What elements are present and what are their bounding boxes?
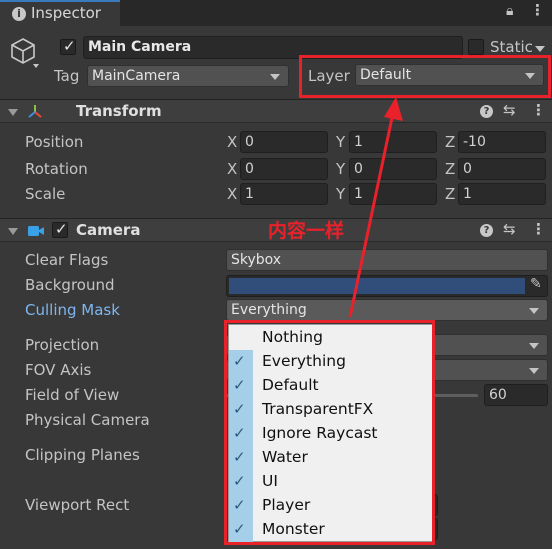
help-icon[interactable]: ?	[480, 105, 493, 118]
axis-x-label[interactable]: X	[227, 133, 237, 151]
axis-x-label[interactable]: X	[227, 160, 237, 178]
fov-axis-label: FOV Axis	[25, 361, 92, 379]
culling-mask-label: Culling Mask	[25, 301, 120, 319]
object-active-checkbox[interactable]: ✓	[60, 37, 76, 55]
transform-title: Transform	[76, 102, 162, 120]
camera-title: Camera	[76, 221, 141, 239]
field-of-view-label: Field of View	[25, 386, 120, 404]
check-icon: ✓	[55, 220, 68, 238]
position-x-field[interactable]: 0	[240, 131, 328, 153]
culling-mask-value: Everything	[231, 302, 307, 318]
background-label: Background	[25, 276, 115, 294]
preset-icon[interactable]: ⇆	[503, 220, 516, 238]
tab-title: Inspector	[31, 4, 101, 22]
chevron-down-icon	[270, 74, 280, 80]
scale-z-field[interactable]: 1	[458, 183, 546, 205]
annotation-box-menu	[224, 320, 435, 545]
static-checkbox[interactable]	[468, 39, 484, 55]
clear-flags-value: Skybox	[231, 252, 282, 268]
more-options-icon[interactable]: ⋮	[531, 220, 546, 238]
projection-label: Projection	[25, 336, 100, 354]
transform-icon	[28, 105, 42, 118]
rotation-z-field[interactable]: 0	[458, 158, 546, 180]
field-of-view-field[interactable]: 60	[484, 384, 548, 406]
tag-dropdown[interactable]: MainCamera	[87, 65, 289, 87]
eyedropper-icon[interactable]: ✎	[530, 276, 542, 292]
camera-icon	[28, 226, 44, 236]
foldout-arrow-icon[interactable]	[8, 109, 18, 116]
static-dropdown-arrow[interactable]	[535, 46, 545, 52]
camera-enabled-checkbox[interactable]: ✓	[52, 220, 68, 238]
gameobject-icon[interactable]	[9, 36, 39, 70]
axis-z-label[interactable]: Z	[445, 185, 455, 203]
axis-x-label[interactable]: X	[227, 185, 237, 203]
scale-label: Scale	[25, 185, 66, 203]
viewport-rect-label: Viewport Rect	[25, 496, 130, 514]
scale-x-field[interactable]: 1	[240, 183, 328, 205]
chevron-down-icon	[529, 343, 539, 349]
clipping-planes-label: Clipping Planes	[25, 446, 140, 464]
lock-icon[interactable]: 🔒︎	[506, 3, 513, 19]
more-options-icon[interactable]: ⋮	[531, 101, 546, 119]
preset-icon[interactable]: ⇆	[503, 101, 516, 119]
chevron-down-icon	[529, 368, 539, 374]
chevron-down-icon	[529, 308, 539, 314]
axis-z-label[interactable]: Z	[445, 160, 455, 178]
rotation-x-field[interactable]: 0	[240, 158, 328, 180]
inspector-tab[interactable]: i Inspector	[0, 0, 120, 26]
physical-camera-label: Physical Camera	[25, 411, 150, 429]
position-z-field[interactable]: -10	[458, 131, 546, 153]
transform-header[interactable]: Transform ? ⇆ ⋮	[0, 99, 552, 123]
tag-label: Tag	[54, 67, 80, 85]
foldout-arrow-icon[interactable]	[8, 228, 18, 235]
check-icon: ✓	[63, 37, 76, 55]
clear-flags-label: Clear Flags	[25, 251, 109, 269]
annotation-arrow	[348, 97, 403, 318]
annotation-box-layer	[299, 55, 551, 98]
axis-z-label[interactable]: Z	[445, 133, 455, 151]
rotation-label: Rotation	[25, 160, 88, 178]
info-icon: i	[12, 7, 26, 21]
help-icon[interactable]: ?	[480, 224, 493, 237]
position-label: Position	[25, 133, 84, 151]
static-label: Static	[490, 38, 533, 56]
annotation-text: 内容一样	[268, 220, 345, 242]
more-options-icon[interactable]: ⋮	[530, 1, 545, 19]
tag-value: MainCamera	[92, 68, 181, 84]
